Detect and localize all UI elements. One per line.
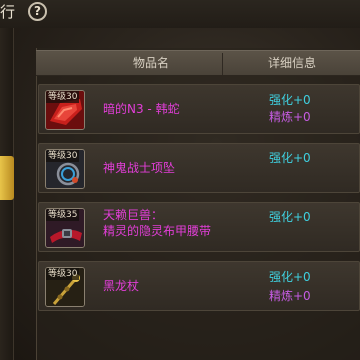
refine-value: 精炼+0 [269, 289, 311, 303]
staff-icon: 等级30 [45, 267, 85, 307]
refine-value: 精炼+0 [269, 110, 311, 124]
top-bar: 行 ? [0, 0, 360, 28]
item-name: 黑龙杖 [103, 279, 140, 293]
page-title: 行 [0, 3, 16, 21]
enhance-value: 强化+0 [269, 270, 311, 284]
necklace-icon: 等级30 [45, 149, 85, 189]
item-row[interactable]: 等级30 神鬼战士项坠 强化+0 [38, 143, 360, 193]
enhance-value: 强化+0 [269, 93, 311, 107]
item-name-line2: 精灵的隐灵布甲腰带 [103, 224, 212, 238]
screen: 行 ? 物品名 详细信息 等级30 暗的N3 - 韩蛇 强化+0 精炼+0 等级… [0, 0, 360, 360]
item-level-badge: 等级30 [46, 91, 80, 103]
item-row[interactable]: 等级30 黑龙杖 强化+0 精炼+0 [38, 261, 360, 311]
help-icon[interactable]: ? [28, 2, 47, 21]
enhance-value: 强化+0 [269, 151, 311, 165]
item-level-badge: 等级30 [46, 268, 80, 280]
column-header-name: 物品名 [132, 56, 169, 70]
item-name: 神鬼战士项坠 [103, 161, 176, 175]
item-row[interactable]: 等级30 暗的N3 - 韩蛇 强化+0 精炼+0 [38, 84, 360, 134]
left-selected-tab[interactable] [0, 156, 14, 200]
table-header: 物品名 详细信息 [36, 50, 360, 76]
belt-icon: 等级35 [45, 208, 85, 248]
enhance-value: 强化+0 [269, 210, 311, 224]
item-row[interactable]: 等级35 天赖巨兽： 精灵的隐灵布甲腰带 强化+0 [38, 202, 360, 252]
header-divider [222, 53, 223, 75]
item-name: 天赖巨兽： [103, 208, 164, 222]
left-pane [0, 28, 14, 360]
item-level-badge: 等级35 [46, 209, 80, 221]
red-armor-icon: 等级30 [45, 90, 85, 130]
item-name: 暗的N3 - 韩蛇 [103, 102, 180, 116]
item-level-badge: 等级30 [46, 150, 80, 162]
column-header-detail: 详细信息 [267, 56, 316, 70]
